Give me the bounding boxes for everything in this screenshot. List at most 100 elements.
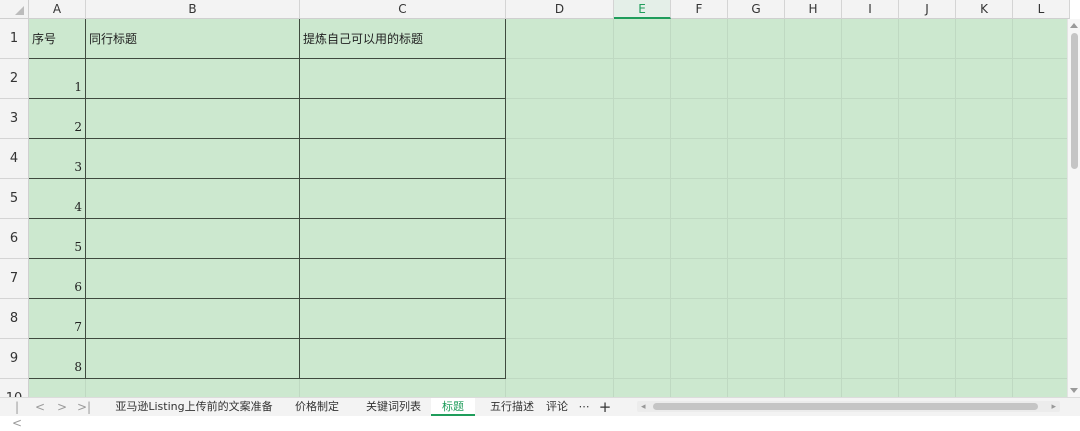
cell-e5[interactable] xyxy=(614,179,671,219)
cell-l3[interactable] xyxy=(1013,99,1070,139)
cell-e7[interactable] xyxy=(614,259,671,299)
prev-sheet-icon[interactable]: < xyxy=(33,399,47,415)
cell-b9[interactable] xyxy=(86,339,300,379)
more-sheets-button[interactable]: ⋯ xyxy=(574,398,594,416)
cell-h1[interactable] xyxy=(785,19,842,59)
horizontal-scroll-thumb[interactable] xyxy=(653,403,1038,410)
row-header-7[interactable]: 7 xyxy=(0,259,29,299)
cell-k9[interactable] xyxy=(956,339,1013,379)
cell-j6[interactable] xyxy=(899,219,956,259)
cell-f3[interactable] xyxy=(671,99,728,139)
cell-k8[interactable] xyxy=(956,299,1013,339)
cell-c6[interactable] xyxy=(300,219,506,259)
last-sheet-icon[interactable]: >| xyxy=(77,399,91,415)
cell-b5[interactable] xyxy=(86,179,300,219)
cell-j8[interactable] xyxy=(899,299,956,339)
column-header-a[interactable]: A xyxy=(29,0,86,19)
cell-l2[interactable] xyxy=(1013,59,1070,99)
cell-k3[interactable] xyxy=(956,99,1013,139)
cell-b8[interactable] xyxy=(86,299,300,339)
cell-i3[interactable] xyxy=(842,99,899,139)
cell-i7[interactable] xyxy=(842,259,899,299)
cell-c2[interactable] xyxy=(300,59,506,99)
cell-d8[interactable] xyxy=(506,299,614,339)
row-header-1[interactable]: 1 xyxy=(0,19,29,59)
cell-k1[interactable] xyxy=(956,19,1013,59)
cell-e8[interactable] xyxy=(614,299,671,339)
cell-f2[interactable] xyxy=(671,59,728,99)
row-header-3[interactable]: 3 xyxy=(0,99,29,139)
cell-j3[interactable] xyxy=(899,99,956,139)
sheet-tab[interactable]: 亚马逊Listing上传前的文案准备 xyxy=(112,398,276,416)
cell-c5[interactable] xyxy=(300,179,506,219)
cell-d2[interactable] xyxy=(506,59,614,99)
cell-i6[interactable] xyxy=(842,219,899,259)
scroll-down-arrow-icon[interactable] xyxy=(1070,388,1078,393)
row-header-2[interactable]: 2 xyxy=(0,59,29,99)
column-header-d[interactable]: D xyxy=(506,0,614,19)
row-header-6[interactable]: 6 xyxy=(0,219,29,259)
cell-g4[interactable] xyxy=(728,139,785,179)
cell-f5[interactable] xyxy=(671,179,728,219)
cell-c9[interactable] xyxy=(300,339,506,379)
cell-h8[interactable] xyxy=(785,299,842,339)
cell-a9[interactable]: 8 xyxy=(29,339,86,379)
cell-a6[interactable]: 5 xyxy=(29,219,86,259)
cell-l8[interactable] xyxy=(1013,299,1070,339)
sheet-tab[interactable]: 价格制定 xyxy=(286,398,348,416)
column-header-b[interactable]: B xyxy=(86,0,300,19)
cell-a7[interactable]: 6 xyxy=(29,259,86,299)
cell-a8[interactable]: 7 xyxy=(29,299,86,339)
cell-e9[interactable] xyxy=(614,339,671,379)
vertical-scrollbar[interactable] xyxy=(1067,19,1080,397)
cell-g3[interactable] xyxy=(728,99,785,139)
cell-i5[interactable] xyxy=(842,179,899,219)
cell-f7[interactable] xyxy=(671,259,728,299)
cell-e6[interactable] xyxy=(614,219,671,259)
row-header-5[interactable]: 5 xyxy=(0,179,29,219)
scroll-up-arrow-icon[interactable] xyxy=(1070,23,1078,28)
cell-c4[interactable] xyxy=(300,139,506,179)
cell-f4[interactable] xyxy=(671,139,728,179)
row-header-9[interactable]: 9 xyxy=(0,339,29,379)
cell-h3[interactable] xyxy=(785,99,842,139)
column-header-j[interactable]: J xyxy=(899,0,956,19)
sheet-tab[interactable]: 评论 xyxy=(541,398,573,416)
add-sheet-button[interactable]: + xyxy=(596,398,614,416)
cell-i1[interactable] xyxy=(842,19,899,59)
cell-h5[interactable] xyxy=(785,179,842,219)
cell-j4[interactable] xyxy=(899,139,956,179)
row-header-8[interactable]: 8 xyxy=(0,299,29,339)
cell-l4[interactable] xyxy=(1013,139,1070,179)
cell-h7[interactable] xyxy=(785,259,842,299)
select-all-corner[interactable] xyxy=(0,0,29,19)
scroll-left-arrow-icon[interactable]: ◂ xyxy=(641,402,646,412)
cell-k2[interactable] xyxy=(956,59,1013,99)
cell-a4[interactable]: 3 xyxy=(29,139,86,179)
cell-d9[interactable] xyxy=(506,339,614,379)
cell-j7[interactable] xyxy=(899,259,956,299)
cell-l7[interactable] xyxy=(1013,259,1070,299)
cell-l6[interactable] xyxy=(1013,219,1070,259)
scroll-right-arrow-icon[interactable]: ▸ xyxy=(1051,402,1056,412)
column-header-k[interactable]: K xyxy=(956,0,1013,19)
cell-a3[interactable]: 2 xyxy=(29,99,86,139)
cell-j9[interactable] xyxy=(899,339,956,379)
cell-i4[interactable] xyxy=(842,139,899,179)
cell-j2[interactable] xyxy=(899,59,956,99)
cell-j1[interactable] xyxy=(899,19,956,59)
column-header-i[interactable]: I xyxy=(842,0,899,19)
cell-g7[interactable] xyxy=(728,259,785,299)
cell-c8[interactable] xyxy=(300,299,506,339)
cell-i9[interactable] xyxy=(842,339,899,379)
cell-a2[interactable]: 1 xyxy=(29,59,86,99)
cell-k5[interactable] xyxy=(956,179,1013,219)
cell-g5[interactable] xyxy=(728,179,785,219)
cell-c7[interactable] xyxy=(300,259,506,299)
cell-l9[interactable] xyxy=(1013,339,1070,379)
column-header-l[interactable]: L xyxy=(1013,0,1070,19)
cell-b6[interactable] xyxy=(86,219,300,259)
cell-d3[interactable] xyxy=(506,99,614,139)
cell-i8[interactable] xyxy=(842,299,899,339)
cell-b3[interactable] xyxy=(86,99,300,139)
